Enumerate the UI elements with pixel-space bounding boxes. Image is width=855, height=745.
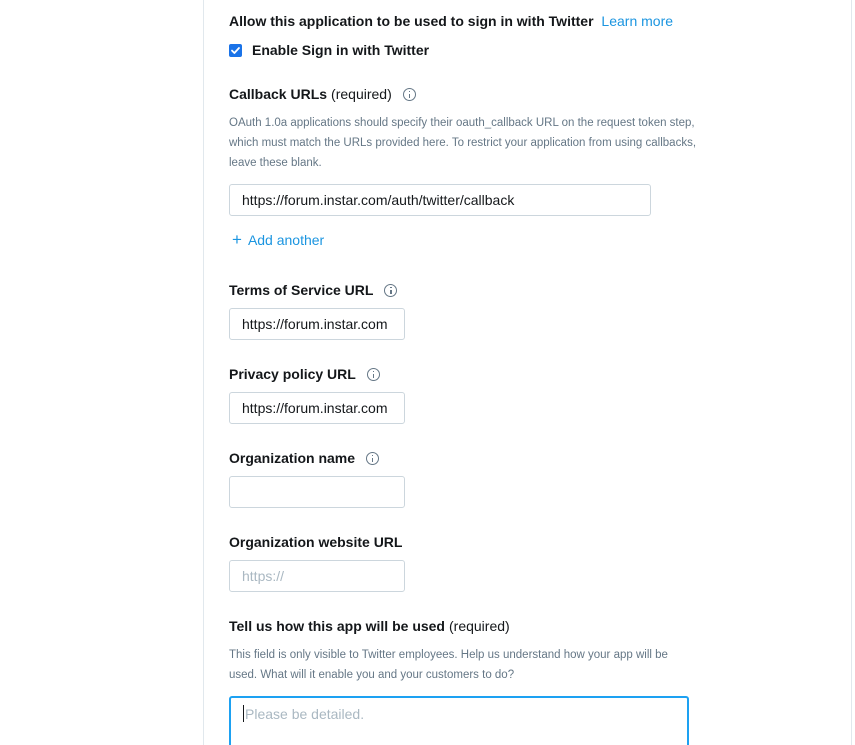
org-name-input[interactable] [229, 476, 405, 508]
info-icon[interactable] [384, 283, 398, 297]
callback-urls-label: Callback URLs (required) [229, 86, 416, 102]
usage-label: Tell us how this app will be used (requi… [229, 618, 510, 634]
enable-signin-checkbox[interactable] [229, 43, 242, 57]
terms-url-label: Terms of Service URL [229, 282, 398, 298]
callback-help-text: OAuth 1.0a applications should specify t… [229, 117, 697, 169]
usage-label-text: Tell us how this app will be used [229, 618, 445, 634]
terms-label-text: Terms of Service URL [229, 282, 374, 298]
info-icon[interactable] [402, 87, 416, 101]
signin-section-title: Allow this application to be used to sig… [229, 13, 673, 29]
info-icon[interactable] [366, 451, 380, 465]
info-icon[interactable] [366, 367, 380, 381]
usage-placeholder: Please be detailed. [245, 706, 365, 722]
app-settings-page: Allow this application to be used to sig… [0, 0, 855, 745]
privacy-label-text: Privacy policy URL [229, 366, 356, 382]
enable-signin-row[interactable]: Enable Sign in with Twitter [229, 42, 429, 58]
usage-help-text: This field is only visible to Twitter em… [229, 649, 668, 681]
usage-textarea[interactable]: Please be detailed. [229, 696, 689, 745]
plus-icon: + [232, 230, 242, 249]
content-divider-right [851, 0, 852, 745]
privacy-url-label: Privacy policy URL [229, 366, 380, 382]
usage-required-text: (required) [449, 618, 510, 634]
text-caret [243, 705, 244, 722]
enable-signin-label: Enable Sign in with Twitter [252, 42, 430, 58]
org-website-input[interactable]: https:// [229, 560, 405, 592]
org-website-label-text: Organization website URL [229, 534, 403, 550]
content-divider-left [203, 0, 204, 745]
org-name-label-text: Organization name [229, 450, 356, 466]
checkmark-icon [231, 46, 240, 54]
terms-url-input[interactable]: https://forum.instar.com [229, 308, 405, 340]
add-another-label: Add another [247, 232, 325, 248]
callback-url-input[interactable]: https://forum.instar.com/auth/twitter/ca… [229, 184, 651, 216]
learn-more-link[interactable]: Learn more [601, 13, 673, 29]
callback-required-text: (required) [331, 86, 392, 102]
callback-label-text: Callback URLs [229, 86, 328, 102]
org-website-label: Organization website URL [229, 534, 402, 550]
signin-title-text: Allow this application to be used to sig… [229, 13, 594, 29]
org-name-label: Organization name [229, 450, 380, 466]
add-another-callback-button[interactable]: + Add another [232, 230, 325, 249]
privacy-url-input[interactable]: https://forum.instar.com [229, 392, 405, 424]
